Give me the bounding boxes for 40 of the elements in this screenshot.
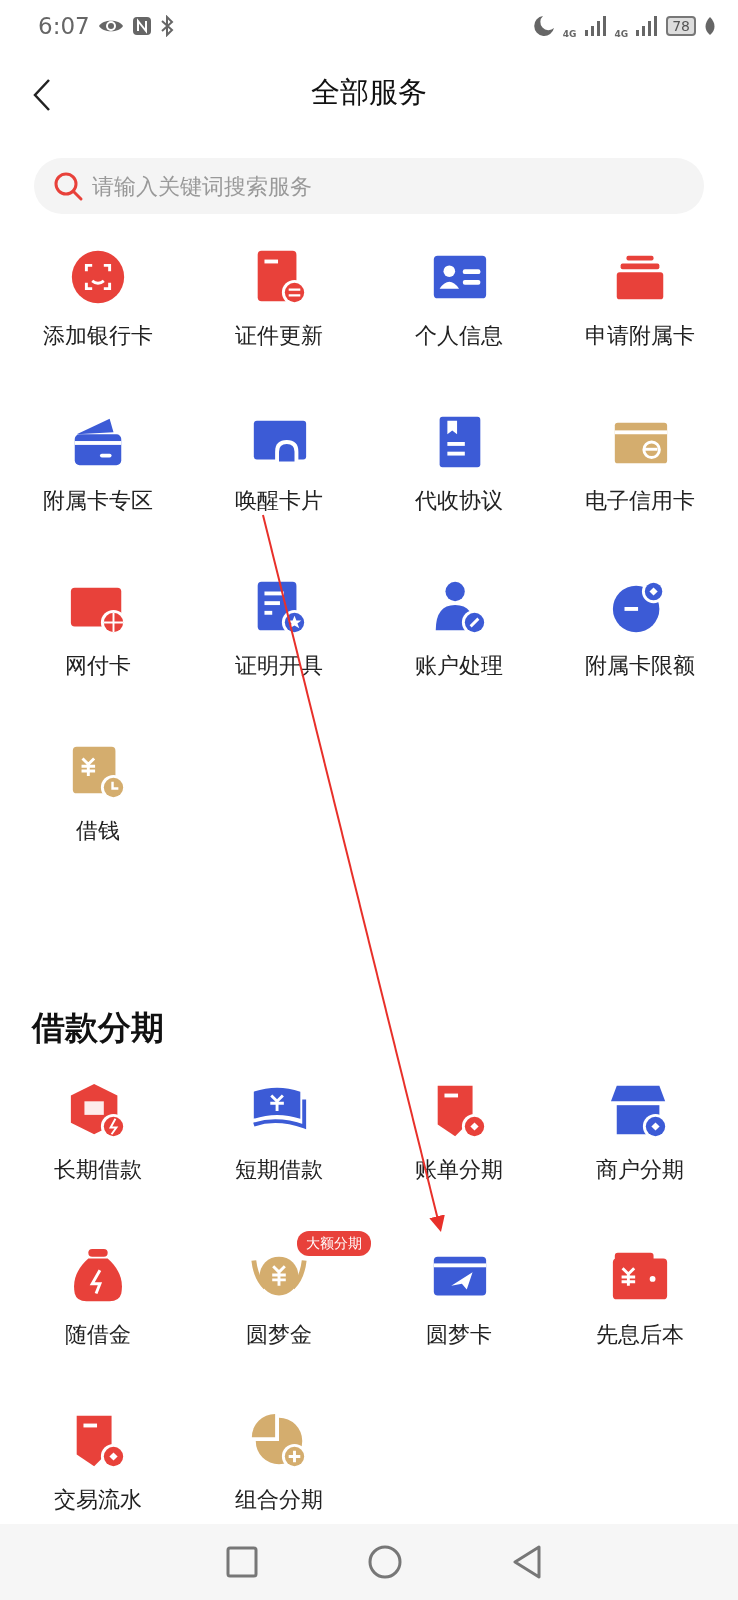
service-label[interactable]: 添加银行卡 [43,322,154,350]
service-label[interactable]: 唤醒卡片 [234,487,323,515]
service-label[interactable]: 个人信息 [415,322,504,350]
back-nav-button[interactable] [512,1545,542,1579]
recent-apps-button[interactable] [226,1546,258,1578]
clock-time: 6:07 [38,11,90,41]
service-label[interactable]: 短期借款 [234,1156,323,1184]
service-label[interactable]: 圆梦金 [245,1321,312,1349]
bluetooth-icon [159,15,174,37]
moon-icon [532,15,555,37]
service-label[interactable]: 电子信用卡 [584,487,695,515]
service-label[interactable]: 长期借款 [54,1156,143,1184]
battery-level: 78 [666,16,696,36]
signal-icon [584,16,607,36]
service-label[interactable]: 申请附属卡 [584,322,695,350]
network-label: 4G [614,29,629,39]
service-label[interactable]: 先息后本 [595,1321,684,1349]
home-button[interactable] [368,1545,402,1579]
service-label[interactable]: 组合分期 [234,1486,323,1514]
nfc-icon [131,16,152,36]
service-label[interactable]: 随借金 [65,1321,132,1349]
search-icon [52,170,84,202]
page-title: 全部服务 [311,74,427,112]
service-label[interactable]: 圆梦卡 [426,1321,493,1349]
section-title: 借款分期 [30,1007,165,1049]
service-label[interactable]: 证件更新 [234,322,323,350]
service-label[interactable]: 交易流水 [54,1486,143,1514]
service-label[interactable]: 借钱 [76,817,121,845]
promo-tag: 大额分期 [296,1231,371,1256]
service-label[interactable]: 代收协议 [415,487,504,515]
service-label[interactable]: 网付卡 [65,652,132,680]
signal-icon [636,16,659,36]
service-label[interactable]: 账户处理 [415,652,504,680]
service-label[interactable]: 商户分期 [595,1156,684,1184]
service-label[interactable]: 证明开具 [234,652,323,680]
service-label[interactable]: 附属卡限额 [584,652,695,680]
network-label: 4G [562,29,577,39]
service-label[interactable]: 附属卡专区 [43,487,154,515]
leaf-icon [704,16,716,36]
search-field[interactable]: 请输入关键词搜索服务 [34,158,704,214]
